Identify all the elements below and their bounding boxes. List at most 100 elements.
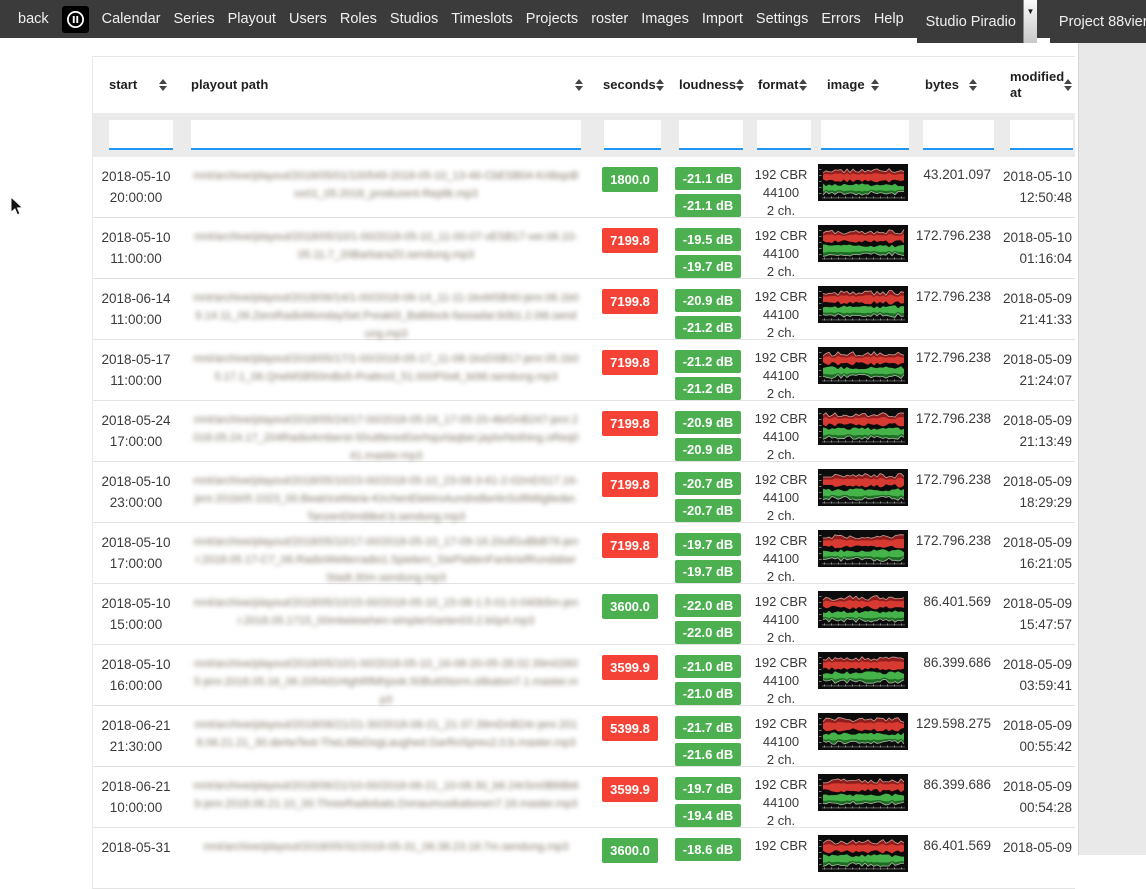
table-row[interactable]: 2018-05-10 11:00:00mnt/archive/playout/2… [93,218,1075,279]
cell-playout-path: mnt/archive/playout/2018/05/10/1-00/2018… [179,645,593,709]
table-row[interactable]: 2018-06-21 21:30:00 mnt/archive/playout/2… [93,706,1075,767]
column-header-image: image [813,77,913,93]
cell-modified-at: 2018-05-10 01:16:04 [997,218,1076,282]
nav-item-series[interactable]: Series [173,11,214,27]
column-header-label: loudness [679,77,736,93]
format-line: 44100 [749,733,813,751]
filter-input-bytes[interactable] [923,120,994,150]
cell-modified-at: 2018-05-09 18:29:29 [997,462,1076,526]
format-line: 192 CBR [749,410,813,428]
format-line: 44100 [749,611,813,629]
filter-input-modified-at[interactable] [1010,120,1073,150]
project-select[interactable]: Project 88vier ▼ [1050,0,1146,43]
nav-item-import[interactable]: Import [702,11,743,27]
filter-input-seconds[interactable] [604,120,661,150]
sort-icon[interactable] [799,79,807,91]
seconds-badge: 7199.8 [602,533,658,558]
nav-item-images[interactable]: Images [641,11,689,27]
cell-seconds: 7199.8 [593,523,667,587]
sort-down-arrow-icon [575,86,583,91]
format-line: 44100 [749,306,813,324]
waveform-thumbnail[interactable] [818,408,908,465]
cell-image [813,645,913,709]
cell-modified-at: 2018-05-09 00:54:28 [997,767,1076,831]
cell-loudness: -19.7 dB-19.7 dB [667,523,749,587]
cell-format: 192 CBR441002 ch. [749,645,813,709]
waveform-thumbnail[interactable] [818,835,908,888]
waveform-thumbnail[interactable] [818,774,908,831]
waveform-thumbnail[interactable] [818,225,908,282]
table-row[interactable]: 2018-05-17 11:00:00mnt/archive/playout/2… [93,340,1075,401]
table-row[interactable]: 2018-05-10 15:00:00mnt/archive/playout/2… [93,584,1075,645]
waveform-thumbnail[interactable] [818,286,908,343]
loudness-badge: -21.0 dB [675,655,742,678]
nav-item-roster[interactable]: roster [591,11,628,27]
nav-item-errors[interactable]: Errors [821,11,860,27]
back-button[interactable]: back [18,11,49,27]
filter-input-image[interactable] [821,120,909,150]
filter-input-loudness[interactable] [679,120,743,150]
filter-cell [667,120,749,150]
waveform-thumbnail[interactable] [818,652,908,709]
right-gutter-panel [1078,42,1146,855]
playout-path-redacted-text: mnt/archive/playout/2018/05/10/17-00/201… [193,533,579,587]
sort-icon[interactable] [656,79,664,91]
nav-item-roles[interactable]: Roles [340,11,377,27]
nav-item-settings[interactable]: Settings [756,11,808,27]
filter-input-format[interactable] [757,120,811,150]
playout-path-redacted-text: mnt/archive/playout/2018/05/17/1-00/2018… [193,350,579,404]
loudness-badge: -21.2 dB [675,377,742,400]
filter-input-playout-path[interactable] [191,120,581,150]
waveform-thumbnail[interactable] [818,164,908,221]
loudness-badge: -22.0 dB [675,594,742,617]
table-row[interactable]: 2018-05-10 20:00:00mnt/archive/playout/2… [93,157,1075,218]
nav-item-studios[interactable]: Studios [390,11,438,27]
table-row[interactable]: 2018-05-31mnt/archive/playout/2018/05/31… [93,828,1075,889]
cell-format: 192 CBR441002 ch. [749,584,813,648]
nav-item-calendar[interactable]: Calendar [102,11,161,27]
nav-item-timeslots[interactable]: Timeslots [451,11,513,27]
seconds-badge: 7199.8 [602,228,658,253]
filter-cell [913,120,997,150]
playout-path-redacted-text: mnt/archive/playout/2018/06/21/21-30/201… [193,716,579,770]
waveform-thumbnail[interactable] [818,469,908,526]
table-row[interactable]: 2018-05-10 16:00:00mnt/archive/playout/2… [93,645,1075,706]
waveform-thumbnail[interactable] [818,347,908,404]
waveform-thumbnail[interactable] [818,591,908,648]
sort-icon[interactable] [1064,79,1072,91]
nav-item-users[interactable]: Users [289,11,327,27]
sort-icon[interactable] [736,79,744,91]
cell-seconds: 7199.8 [593,462,667,526]
table-row[interactable]: 2018-06-21 10:00:00mnt/archive/playout/2… [93,767,1075,828]
cell-image [813,462,913,526]
waveform-thumbnail[interactable] [818,713,908,770]
nav-item-help[interactable]: Help [874,11,904,27]
cell-loudness: -21.2 dB-21.2 dB [667,340,749,404]
studio-select[interactable]: Studio Piradio ▼ [917,0,1037,43]
filter-cell [179,120,593,150]
cell-modified-at: 2018-05-09 [997,828,1076,888]
sort-icon[interactable] [969,79,977,91]
cell-seconds: 5399.8 [593,706,667,770]
pause-circle-logo-icon[interactable] [62,6,89,33]
waveform-thumbnail[interactable] [818,530,908,587]
cell-loudness: -21.7 dB-21.6 dB [667,706,749,770]
sort-icon[interactable] [575,79,583,91]
table-row[interactable]: 2018-05-10 23:00:00mnt/archive/playout/2… [93,462,1075,523]
table-row[interactable]: 2018-06-14 11:00:00mnt/archive/playout/2… [93,279,1075,340]
cell-loudness: -20.7 dB-20.7 dB [667,462,749,526]
table-row[interactable]: 2018-05-24 17:00:00mnt/archive/playout/2… [93,401,1075,462]
cell-playout-path: mnt/archive/playout/2018/05/31/2018-05-3… [179,828,593,888]
nav-item-projects[interactable]: Projects [526,11,578,27]
filter-cell [593,120,667,150]
loudness-badge: -21.2 dB [675,316,742,339]
sort-icon[interactable] [159,79,167,91]
column-header-label: modified at [1010,69,1064,102]
cell-loudness: -19.7 dB-19.4 dB [667,767,749,831]
sort-icon[interactable] [871,79,879,91]
nav-item-playout[interactable]: Playout [228,11,276,27]
cell-image [813,584,913,648]
filter-input-start[interactable] [109,120,173,150]
cell-start: 2018-06-21 21:30:00 [93,706,179,770]
table-row[interactable]: 2018-05-10 17:00:00mnt/archive/playout/2… [93,523,1075,584]
